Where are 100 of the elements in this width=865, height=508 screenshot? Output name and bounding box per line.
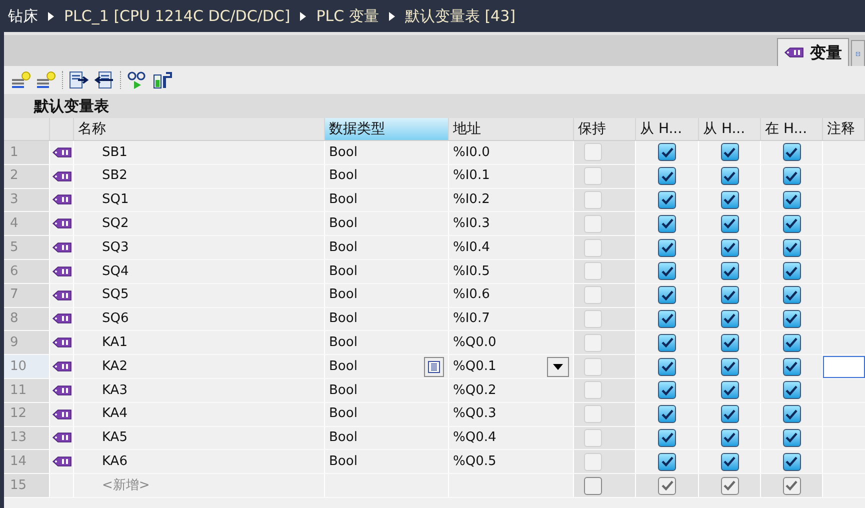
export-icon[interactable] <box>68 70 90 90</box>
checkbox[interactable] <box>658 238 676 257</box>
checkbox[interactable] <box>782 476 800 495</box>
monitor-icon[interactable] <box>126 70 148 90</box>
checkbox[interactable] <box>720 381 738 400</box>
table-cell[interactable]: Bool <box>329 404 358 424</box>
checkbox[interactable] <box>658 143 676 162</box>
checkbox[interactable] <box>720 286 738 304</box>
list-button[interactable] <box>424 356 444 377</box>
checkbox[interactable] <box>720 238 738 257</box>
table-cell[interactable]: KA6 <box>102 452 128 472</box>
checkbox[interactable] <box>720 310 738 328</box>
table-cell[interactable]: Bool <box>329 380 358 400</box>
checkbox[interactable] <box>782 334 800 352</box>
table-cell[interactable]: SB2 <box>102 166 128 186</box>
checkbox[interactable] <box>782 286 800 304</box>
table-cell[interactable]: Bool <box>329 262 358 282</box>
checkbox[interactable] <box>720 143 738 162</box>
breadcrumb-item[interactable]: PLC 变量 <box>316 4 379 28</box>
table-cell[interactable]: %Q0.0 <box>453 333 496 353</box>
table-cell[interactable]: %Q0.1 <box>453 356 496 376</box>
checkbox[interactable] <box>720 476 738 495</box>
table-cell[interactable]: KA3 <box>102 380 128 400</box>
tab[interactable] <box>851 40 865 66</box>
checkbox[interactable] <box>720 190 738 209</box>
table-cell[interactable]: SQ3 <box>102 238 129 258</box>
checkbox[interactable] <box>782 214 800 233</box>
checkbox[interactable] <box>720 452 738 471</box>
checkbox[interactable] <box>782 143 800 162</box>
table-cell[interactable]: %I0.4 <box>453 238 490 258</box>
table-cell[interactable]: %Q0.3 <box>453 404 496 424</box>
comment-field[interactable] <box>823 356 865 378</box>
checkbox[interactable] <box>658 190 676 209</box>
table-cell[interactable]: Bool <box>329 285 358 305</box>
table-cell[interactable]: SQ1 <box>102 190 129 210</box>
checkbox[interactable] <box>658 428 676 447</box>
import-icon[interactable] <box>93 70 115 90</box>
checkbox[interactable] <box>782 238 800 257</box>
checkbox[interactable] <box>720 214 738 233</box>
checkbox[interactable] <box>782 452 800 471</box>
column-header[interactable]: 数据类型 <box>325 118 449 140</box>
checkbox[interactable] <box>720 167 738 186</box>
table-cell[interactable]: Bool <box>329 309 358 329</box>
checkbox[interactable] <box>658 452 676 471</box>
checkbox[interactable] <box>584 476 602 495</box>
table-cell[interactable]: %I0.7 <box>453 309 490 329</box>
checkbox[interactable] <box>720 405 738 424</box>
table-cell[interactable]: SQ5 <box>102 285 129 305</box>
table-cell[interactable]: KA2 <box>102 356 128 376</box>
column-header[interactable]: 注释 <box>823 118 865 140</box>
checkbox[interactable] <box>782 310 800 328</box>
checkbox[interactable] <box>658 286 676 304</box>
table-cell[interactable]: Bool <box>329 214 358 234</box>
dropdown-button[interactable] <box>547 356 569 377</box>
checkbox[interactable] <box>720 334 738 352</box>
table-cell[interactable]: KA4 <box>102 404 128 424</box>
table-cell[interactable]: %I0.2 <box>453 190 490 210</box>
table-cell[interactable]: %Q0.2 <box>453 380 496 400</box>
checkbox[interactable] <box>658 214 676 233</box>
checkbox[interactable] <box>782 167 800 186</box>
checkbox[interactable] <box>658 310 676 328</box>
table-cell[interactable]: SQ4 <box>102 262 129 282</box>
table-cell[interactable]: Bool <box>329 356 358 376</box>
table-cell[interactable]: KA5 <box>102 428 128 448</box>
checkbox[interactable] <box>720 262 738 280</box>
column-header[interactable]: 地址 <box>449 118 574 140</box>
column-header[interactable]: 从 H... <box>636 118 699 140</box>
table-cell[interactable]: Bool <box>329 452 358 472</box>
checkbox[interactable] <box>658 262 676 280</box>
table-cell[interactable]: KA1 <box>102 333 128 353</box>
insert-row-icon[interactable] <box>35 70 57 90</box>
checkbox[interactable] <box>658 476 676 495</box>
tab[interactable]: 变量 <box>777 38 849 66</box>
table-cell[interactable]: %Q0.4 <box>453 428 496 448</box>
table-cell[interactable]: %I0.5 <box>453 262 490 282</box>
table-cell[interactable]: %Q0.5 <box>453 452 496 472</box>
checkbox[interactable] <box>720 428 738 447</box>
add-row-icon[interactable] <box>10 70 32 90</box>
breadcrumb-item[interactable]: 默认变量表 [43] <box>404 4 516 28</box>
table-cell[interactable]: Bool <box>329 333 358 353</box>
checkbox[interactable] <box>782 262 800 280</box>
table-cell[interactable]: SQ2 <box>102 214 129 234</box>
table-cell[interactable]: Bool <box>329 190 358 210</box>
table-cell[interactable]: SB1 <box>102 142 128 162</box>
table-cell[interactable]: Bool <box>329 166 358 186</box>
column-header[interactable]: 保持 <box>574 118 636 140</box>
checkbox[interactable] <box>658 405 676 424</box>
checkbox[interactable] <box>658 167 676 186</box>
table-cell[interactable]: Bool <box>329 142 358 162</box>
checkbox[interactable] <box>658 358 676 376</box>
column-header[interactable]: 在 H... <box>761 118 823 140</box>
checkbox[interactable] <box>658 381 676 400</box>
settings-icon[interactable] <box>151 70 173 90</box>
checkbox[interactable] <box>782 190 800 209</box>
breadcrumb-item[interactable]: PLC_1 [CPU 1214C DC/DC/DC] <box>64 4 290 28</box>
checkbox[interactable] <box>658 334 676 352</box>
breadcrumb-item[interactable]: 钻床 <box>8 4 38 28</box>
table-cell[interactable]: SQ6 <box>102 309 129 329</box>
checkbox[interactable] <box>720 358 738 376</box>
table-cell[interactable]: %I0.1 <box>453 166 490 186</box>
